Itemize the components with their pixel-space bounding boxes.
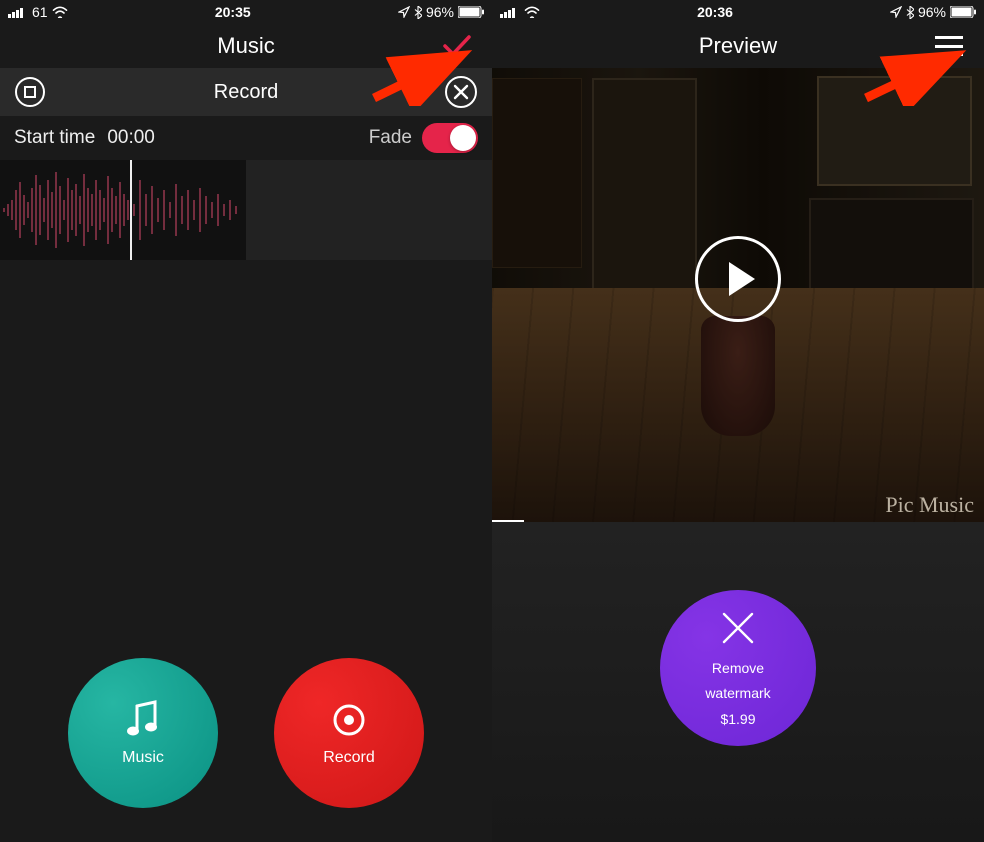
bluetooth-icon [906,6,914,19]
annotation-arrow [860,50,970,106]
record-dot-icon [331,699,367,741]
status-bar: 61 20:35 96% [0,0,492,24]
remove-watermark-button[interactable]: Remove watermark $1.99 [660,590,816,746]
status-left: 61 [8,4,68,20]
battery-icon [458,6,484,18]
status-right: 96% [398,4,484,20]
remove-watermark-line1: Remove [712,660,764,678]
fade-label: Fade [369,127,412,149]
video-preview[interactable]: Pic Music [492,68,984,526]
battery-percent: 96% [426,4,454,20]
status-left [500,6,540,18]
page-title: Music [217,33,274,59]
battery-percent: 96% [918,4,946,20]
music-button[interactable]: Music [68,658,218,808]
music-button-label: Music [122,749,164,767]
battery-icon [950,6,976,18]
start-time-label: Start time [14,127,95,149]
page-title: Preview [699,33,777,59]
fade-toggle[interactable] [422,123,478,153]
carrier-text: 61 [32,4,48,20]
music-note-icon [121,699,165,741]
remove-watermark-line2: watermark [705,685,770,703]
purchase-area: Remove watermark $1.99 [492,590,984,746]
phone-preview-screen: 20:36 96% Preview [492,0,984,842]
start-time-value: 00:00 [107,127,155,149]
wifi-icon [524,6,540,18]
record-button-label: Record [323,749,375,767]
wifi-icon [52,6,68,18]
record-button[interactable]: Record [274,658,424,808]
record-label: Record [214,81,278,104]
toggle-knob [450,125,476,151]
watermark-text: Pic Music [885,492,974,518]
bottom-actions: Music Record [0,658,492,808]
phone-music-screen: 61 20:35 96% Music [0,0,492,842]
remove-watermark-price: $1.99 [720,711,755,729]
annotation-arrow [368,50,476,106]
close-icon [718,608,758,648]
play-button[interactable] [695,236,781,322]
waveform-icon [0,160,246,260]
waveform-clip [0,160,246,260]
location-icon [890,6,902,18]
signal-icon [500,6,520,18]
status-right: 96% [890,4,976,20]
play-icon [729,262,755,296]
status-bar: 20:36 96% [492,0,984,24]
waveform-timeline[interactable] [0,160,492,260]
location-icon [398,6,410,18]
clip-indicator-icon[interactable] [14,76,46,108]
time-row: Start time 00:00 Fade [0,116,492,160]
signal-icon [8,6,28,18]
status-time: 20:36 [697,4,733,20]
status-time: 20:35 [215,4,251,20]
timeline-empty [246,160,492,260]
bluetooth-icon [414,6,422,19]
playhead[interactable] [130,160,132,260]
